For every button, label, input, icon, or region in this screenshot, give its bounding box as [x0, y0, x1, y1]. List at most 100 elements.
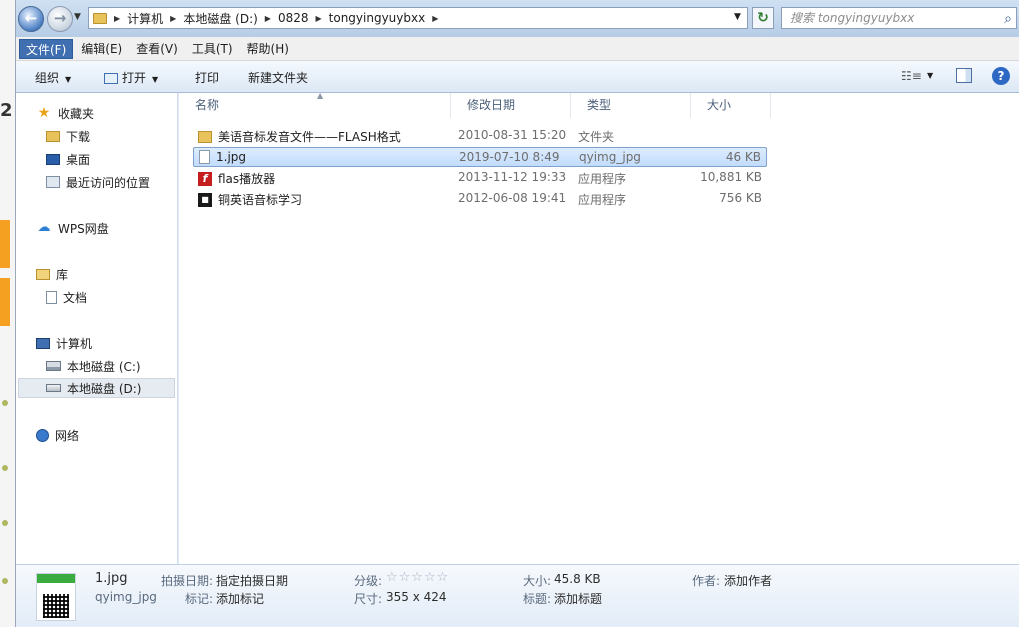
nav-label: 下载	[66, 129, 91, 144]
nav-libraries[interactable]: 库	[36, 264, 68, 284]
application-icon: ■	[198, 192, 212, 207]
menu-view[interactable]: 查看(V)	[130, 39, 184, 59]
background-glyph: 2	[0, 100, 13, 121]
nav-label: 本地磁盘 (C:)	[67, 359, 141, 374]
nav-desktop[interactable]: 桌面	[46, 149, 90, 169]
nav-label: WPS网盘	[58, 221, 109, 236]
nav-label: 桌面	[66, 152, 91, 167]
chevron-down-icon: ▼	[152, 75, 159, 84]
search-input[interactable]: 搜索 tongyingyuybxx ⌕	[781, 7, 1017, 29]
file-date: 2019-07-10 8:49	[459, 150, 560, 164]
background-accent-2	[0, 278, 10, 326]
column-header-size[interactable]: 大小	[691, 93, 771, 118]
details-filename: 1.jpg	[95, 571, 128, 586]
chevron-right-icon[interactable]: ▶	[265, 14, 271, 23]
breadcrumb-drive-d[interactable]: 本地磁盘 (D:)	[183, 10, 257, 27]
file-row[interactable]: ■ 铜英语音标学习 2012-06-08 19:41 应用程序 756 KB	[193, 189, 767, 209]
library-icon	[36, 268, 50, 280]
chevron-right-icon[interactable]: ▶	[432, 14, 438, 23]
new-folder-button[interactable]: 新建文件夹	[248, 69, 308, 86]
back-button[interactable]: ←	[18, 6, 44, 32]
address-dropdown-icon[interactable]: ▼	[734, 12, 741, 22]
downloads-folder-icon	[46, 130, 60, 142]
flash-player-icon: f	[198, 171, 212, 186]
file-size: 46 KB	[725, 150, 761, 164]
nav-label: 收藏夹	[58, 106, 95, 121]
refresh-button[interactable]: ↻	[752, 7, 774, 29]
breadcrumb-computer[interactable]: 计算机	[127, 10, 163, 27]
menu-help[interactable]: 帮助(H)	[241, 39, 295, 59]
system-drive-icon	[46, 361, 61, 371]
command-bar: 组织 ▼ 打开 ▼ 打印 新建文件夹 ☷≡ ▼ ?	[16, 61, 1019, 93]
preview-pane-icon[interactable]	[956, 68, 972, 83]
details-filetype: qyimg_jpg	[95, 590, 157, 604]
background-dot	[2, 465, 8, 471]
rating-stars[interactable]: ☆☆☆☆☆	[386, 570, 449, 585]
recent-places-icon	[46, 176, 60, 188]
help-icon[interactable]: ?	[992, 67, 1010, 85]
search-icon[interactable]: ⌕	[1004, 9, 1012, 29]
search-placeholder: 搜索 tongyingyuybxx	[790, 11, 915, 25]
image-thumbnail	[36, 573, 76, 621]
address-bar[interactable]: ▶ 计算机 ▶ 本地磁盘 (D:) ▶ 0828 ▶ tongyingyuybx…	[88, 7, 748, 29]
nav-drive-c[interactable]: 本地磁盘 (C:)	[46, 356, 141, 376]
file-row-selected[interactable]: 1.jpg 2019-07-10 8:49 qyimg_jpg 46 KB	[193, 147, 767, 167]
nav-label: 文档	[63, 290, 88, 305]
network-icon	[36, 428, 49, 442]
chevron-right-icon[interactable]: ▶	[316, 14, 322, 23]
nav-label: 网络	[55, 428, 80, 443]
chevron-right-icon[interactable]: ▶	[170, 14, 176, 23]
cloud-icon: ☁	[37, 220, 51, 235]
file-date: 2013-11-12 19:33	[458, 170, 567, 184]
print-button[interactable]: 打印	[195, 69, 219, 86]
desktop-icon	[46, 153, 60, 165]
breadcrumb-0828[interactable]: 0828	[278, 11, 309, 25]
file-name-cell: f flas播放器	[198, 170, 275, 187]
organize-label: 组织	[35, 71, 60, 85]
dimensions-label: 尺寸:	[354, 592, 383, 606]
tags-value[interactable]: 添加标记	[216, 590, 264, 607]
nav-downloads[interactable]: 下载	[46, 126, 90, 146]
chevron-right-icon[interactable]: ▶	[114, 14, 120, 23]
nav-computer[interactable]: 计算机	[36, 333, 92, 353]
title-value[interactable]: 添加标题	[554, 590, 602, 607]
menu-file[interactable]: 文件(F)	[19, 38, 74, 59]
organize-button[interactable]: 组织 ▼	[35, 69, 71, 86]
dimensions-value: 355 x 424	[386, 590, 447, 604]
file-row[interactable]: f flas播放器 2013-11-12 19:33 应用程序 10,881 K…	[193, 168, 767, 188]
navigation-bar: ← → ▼ ▶ 计算机 ▶ 本地磁盘 (D:) ▶ 0828 ▶ tongyin…	[16, 0, 1019, 37]
author-value[interactable]: 添加作者	[724, 572, 772, 589]
open-button[interactable]: 打开 ▼	[104, 69, 158, 86]
nav-wps-drive[interactable]: ☁ WPS网盘	[36, 218, 109, 238]
nav-label: 库	[56, 267, 69, 282]
file-name: 1.jpg	[216, 150, 247, 164]
recent-pages-dropdown-icon[interactable]: ▼	[74, 12, 81, 22]
column-header-date[interactable]: 修改日期	[451, 93, 571, 118]
author-label: 作者:	[692, 574, 721, 588]
column-header-type[interactable]: 类型	[571, 93, 691, 118]
nav-network[interactable]: 网络	[36, 425, 79, 445]
menu-edit[interactable]: 编辑(E)	[75, 39, 128, 59]
forward-button[interactable]: →	[47, 6, 73, 32]
file-list: ▲ 名称 修改日期 类型 大小 美语音标发音文件——FLASH格式 2010-0…	[179, 91, 1019, 564]
background-dot	[2, 520, 8, 526]
nav-recent-places[interactable]: 最近访问的位置	[46, 172, 150, 192]
date-taken-value[interactable]: 指定拍摄日期	[216, 572, 288, 589]
menu-tools[interactable]: 工具(T)	[186, 39, 239, 59]
qr-code-icon	[43, 594, 69, 618]
nav-drive-d[interactable]: 本地磁盘 (D:)	[18, 378, 175, 398]
change-view-icon[interactable]: ☷≡	[901, 69, 922, 83]
nav-documents[interactable]: 文档	[46, 287, 87, 307]
view-dropdown-icon[interactable]: ▼	[927, 71, 933, 80]
title-label: 标题:	[523, 592, 552, 606]
column-header-name[interactable]: 名称	[179, 93, 451, 118]
nav-favorites[interactable]: ★ 收藏夹	[36, 103, 94, 123]
rating-label: 分级:	[354, 574, 383, 588]
file-date: 2010-08-31 15:20	[458, 128, 567, 142]
navigation-pane: ★ 收藏夹 下载 桌面 最近访问的位置 ☁ WPS网盘 库 文档 计算机 本地磁…	[16, 93, 178, 564]
file-row[interactable]: 美语音标发音文件——FLASH格式 2010-08-31 15:20 文件夹	[193, 126, 767, 146]
breadcrumb-current-folder[interactable]: tongyingyuybxx	[329, 11, 426, 25]
nav-label: 最近访问的位置	[66, 175, 151, 190]
file-type: 应用程序	[578, 193, 627, 207]
background-accent-1	[0, 220, 10, 268]
